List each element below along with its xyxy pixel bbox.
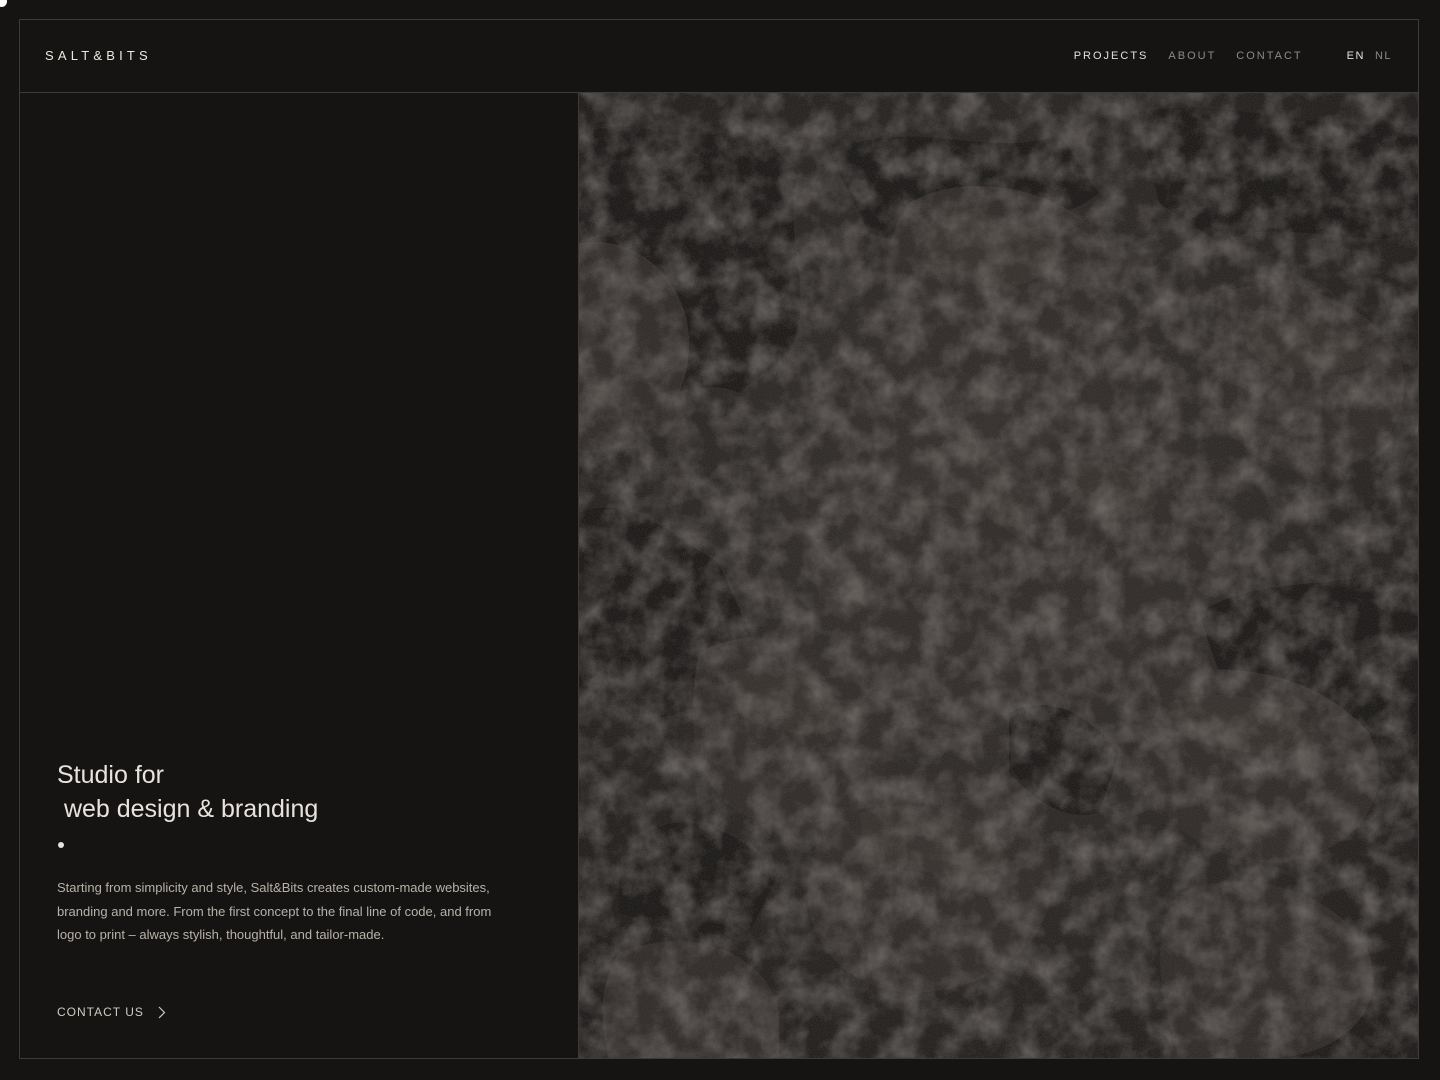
hero-rock-image <box>579 93 1418 1058</box>
nav-projects[interactable]: PROJECTS <box>1074 50 1149 62</box>
hero-headline: Studio for web design & branding <box>57 761 319 823</box>
main-nav: PROJECTS ABOUT CONTACT EN NL <box>1054 50 1392 62</box>
site-header: SALT&BITS PROJECTS ABOUT CONTACT EN NL <box>20 20 1418 93</box>
hero-description: Starting from simplicity and style, Salt… <box>57 880 492 942</box>
chevron-right-icon <box>158 1006 166 1019</box>
intro-panel: Studio for web design & branding Startin… <box>20 93 579 1058</box>
contact-us-button[interactable]: CONTACT US <box>57 1005 166 1019</box>
bullet-dot <box>58 842 64 848</box>
lang-en[interactable]: EN <box>1347 50 1365 62</box>
contact-us-label: CONTACT US <box>57 1005 144 1019</box>
logo[interactable]: SALT&BITS <box>45 48 152 63</box>
corner-dot <box>0 0 7 7</box>
nav-about[interactable]: ABOUT <box>1168 50 1216 62</box>
rock-illustration <box>579 93 1418 1058</box>
nav-contact[interactable]: CONTACT <box>1236 50 1302 62</box>
language-switcher: EN NL <box>1337 50 1392 62</box>
lang-nl[interactable]: NL <box>1375 50 1392 62</box>
page-frame: SALT&BITS PROJECTS ABOUT CONTACT EN NL S… <box>19 19 1419 1059</box>
